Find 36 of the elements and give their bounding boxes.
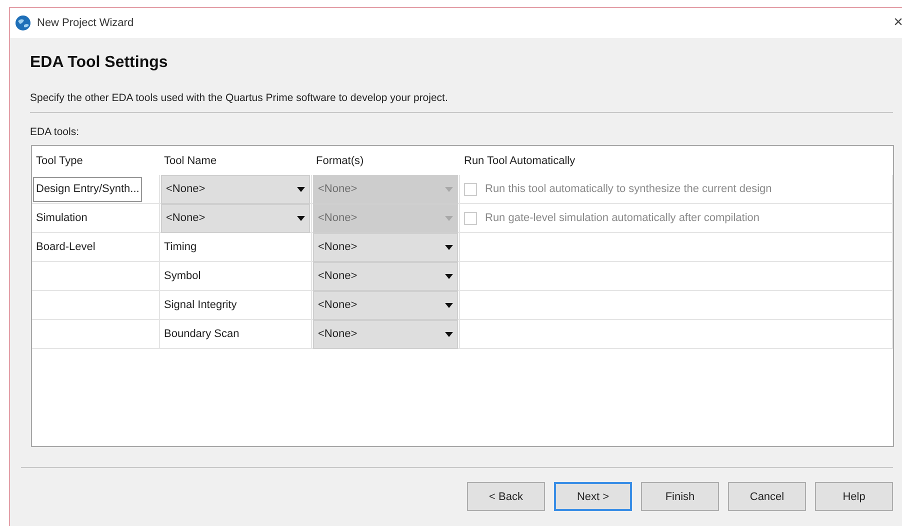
dropdown[interactable]: <None>	[161, 204, 310, 232]
dropdown[interactable]: <None>	[313, 232, 458, 262]
caret-icon	[297, 186, 305, 192]
dialog-button[interactable]: Cancel	[728, 482, 806, 511]
dropdown[interactable]: <None>	[313, 290, 458, 320]
column-header: Run Tool Automatically	[463, 154, 576, 168]
table-label: EDA tools:	[30, 126, 80, 138]
dialog-button[interactable]: Next >	[554, 482, 632, 511]
dialog-button[interactable]: Help	[815, 482, 893, 511]
table-cell-text: Timing	[163, 240, 198, 254]
caret-icon	[445, 216, 453, 220]
dialog-button[interactable]: Finish	[641, 482, 719, 511]
table-cell-text: Simulation	[35, 210, 88, 226]
table-cell-text: Boundary Scan	[163, 326, 240, 342]
caret-icon	[445, 332, 453, 336]
close-button[interactable]: ×	[894, 15, 902, 31]
caret-icon	[445, 186, 453, 192]
description-text: Specify the other EDA tools used with the Quartus Prime software to develop your project.	[30, 92, 449, 104]
caret-icon	[445, 274, 453, 278]
column-header: Tool Type	[35, 154, 84, 168]
caret-icon	[297, 216, 305, 220]
caret-icon	[445, 244, 453, 250]
column-header: Format(s)	[315, 154, 365, 168]
table-cell-text: Signal Integrity	[163, 298, 238, 312]
caret-icon	[445, 302, 453, 308]
column-header: Tool Name	[163, 154, 218, 168]
globe-icon	[15, 15, 31, 31]
dropdown[interactable]: <None>	[313, 262, 458, 290]
page-heading: EDA Tool Settings	[30, 54, 169, 72]
dropdown[interactable]: <None>	[161, 174, 310, 204]
table-cell: Design Entry/Synth...	[33, 176, 142, 202]
table-cell-text: Symbol	[163, 268, 202, 284]
window-title: New Project Wizard	[37, 17, 135, 29]
dropdown[interactable]: <None>	[313, 320, 458, 348]
dialog-button[interactable]: < Back	[467, 482, 545, 511]
table-cell-text: Board-Level	[35, 240, 96, 254]
